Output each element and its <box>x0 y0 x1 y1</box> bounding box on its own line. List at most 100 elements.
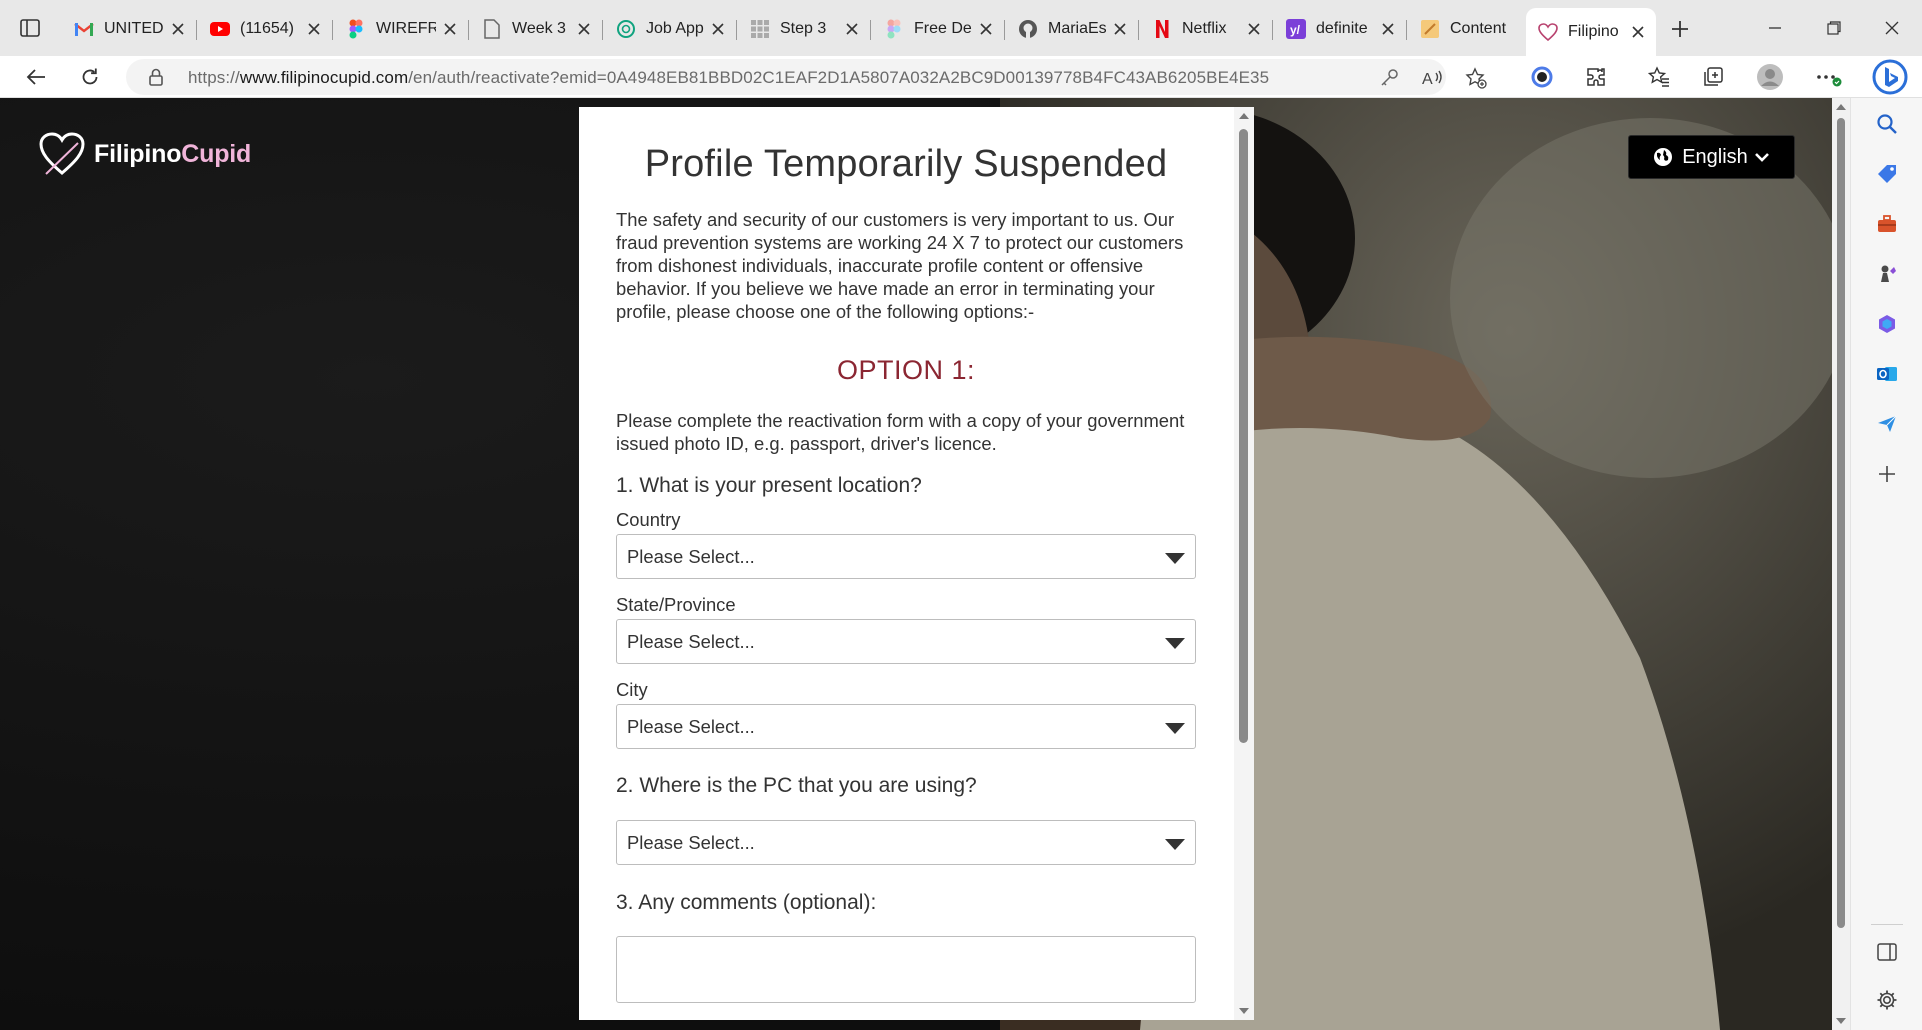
favorites-icon[interactable] <box>1643 61 1675 93</box>
gmail-icon <box>74 19 94 39</box>
tab-free-design[interactable]: Free De <box>872 10 1004 48</box>
tab-wireframe[interactable]: WIREFR <box>334 10 468 48</box>
figma-icon <box>884 19 904 39</box>
state-select[interactable]: Please Select... <box>616 619 1196 664</box>
new-tab-button[interactable] <box>1665 14 1695 44</box>
modal-scrollbar-thumb[interactable] <box>1239 129 1248 743</box>
key-icon[interactable] <box>1376 65 1402 91</box>
chatgpt-icon <box>616 19 636 39</box>
restore-button[interactable] <box>1818 12 1850 44</box>
tab-gmail[interactable]: UNITED <box>62 10 196 48</box>
dropdown-caret-icon <box>1165 839 1185 850</box>
tools-briefcase-icon[interactable] <box>1873 210 1901 238</box>
address-bar[interactable]: https://www.filipinocupid.com/en/auth/re… <box>126 59 1487 95</box>
close-icon[interactable] <box>576 21 592 37</box>
question-location: 1. What is your present location? <box>616 474 922 497</box>
page-scrollbar-thumb[interactable] <box>1837 118 1845 928</box>
tab-yahoo[interactable]: y/ definite <box>1274 10 1406 48</box>
extensions-icon[interactable] <box>1580 61 1612 93</box>
url-text[interactable]: https://www.filipinocupid.com/en/auth/re… <box>188 68 1269 88</box>
scroll-down-icon[interactable] <box>1239 1006 1249 1016</box>
tab-step3[interactable]: Step 3 <box>738 10 870 48</box>
country-select[interactable]: Please Select... <box>616 534 1196 579</box>
comments-textarea[interactable] <box>616 936 1196 1003</box>
tab-content[interactable]: Content <box>1408 10 1524 48</box>
close-icon[interactable] <box>1246 21 1262 37</box>
read-aloud-icon[interactable]: A <box>1420 65 1446 91</box>
modal-title: Profile Temporarily Suspended <box>644 143 1168 185</box>
suspension-modal: Profile Temporarily Suspended The safety… <box>579 107 1254 1020</box>
more-options-icon[interactable] <box>1813 61 1845 93</box>
tab-divider <box>1272 20 1273 40</box>
tab-divider <box>468 20 469 40</box>
tab-actions-icon[interactable] <box>18 16 42 40</box>
city-select[interactable]: Please Select... <box>616 704 1196 749</box>
grid-icon <box>750 19 770 39</box>
dropdown-caret-icon <box>1165 638 1185 649</box>
microsoft-365-icon[interactable] <box>1873 310 1901 338</box>
tab-divider <box>870 20 871 40</box>
games-chess-icon[interactable] <box>1873 260 1901 288</box>
pc-location-select[interactable]: Please Select... <box>616 820 1196 865</box>
pc-location-select-value: Please Select... <box>627 832 755 853</box>
favorite-add-icon[interactable] <box>1463 65 1489 91</box>
profile-avatar[interactable] <box>1754 61 1786 93</box>
tab-title: Step 3 <box>780 20 827 37</box>
tab-job-app[interactable]: Job App <box>604 10 736 48</box>
refresh-button[interactable] <box>73 60 107 94</box>
tab-youtube[interactable]: (11654) <box>198 10 332 48</box>
scroll-up-icon[interactable] <box>1239 111 1249 121</box>
figma-icon <box>346 19 366 39</box>
tab-week3[interactable]: Week 3 <box>470 10 602 48</box>
outlook-icon[interactable] <box>1873 360 1901 388</box>
close-icon[interactable] <box>978 21 994 37</box>
tab-github[interactable]: MariaEs <box>1006 10 1138 48</box>
back-button[interactable] <box>19 60 53 94</box>
lock-icon[interactable] <box>148 68 166 86</box>
restore-icon <box>1827 21 1841 35</box>
heart-icon <box>1538 22 1558 42</box>
intro-text: The safety and security of our customers… <box>616 209 1184 322</box>
document-icon <box>482 19 502 39</box>
tab-title: Filipino <box>1568 23 1619 40</box>
tab-netflix[interactable]: Netflix <box>1140 10 1272 48</box>
close-icon[interactable] <box>844 21 860 37</box>
globe-icon <box>1654 148 1673 166</box>
refresh-icon <box>82 68 98 85</box>
close-icon[interactable] <box>710 21 726 37</box>
page-viewport: FilipinoCupid English Profile Temporaril… <box>0 98 1850 1030</box>
shopping-tag-icon[interactable] <box>1873 160 1901 188</box>
sidebar-layout-icon[interactable] <box>1873 938 1901 966</box>
scroll-up-icon[interactable] <box>1836 102 1846 112</box>
minimize-button[interactable] <box>1759 12 1791 44</box>
question-comments: 3. Any comments (optional): <box>616 891 877 914</box>
bing-copilot-icon[interactable] <box>1870 57 1910 97</box>
language-selector[interactable]: English <box>1628 135 1795 179</box>
search-icon[interactable] <box>1873 110 1901 138</box>
close-icon[interactable] <box>1112 21 1128 37</box>
collections-icon[interactable] <box>1697 61 1729 93</box>
settings-gear-icon[interactable] <box>1873 986 1901 1014</box>
color-extension-icon[interactable] <box>1526 61 1558 93</box>
scroll-down-icon[interactable] <box>1836 1016 1846 1026</box>
site-logo[interactable]: FilipinoCupid <box>38 131 251 177</box>
close-window-button[interactable] <box>1876 12 1908 44</box>
tab-filipinocupid-active[interactable]: Filipino <box>1526 8 1656 56</box>
add-sidebar-app-icon[interactable] <box>1873 460 1901 488</box>
back-arrow-icon <box>26 69 45 85</box>
close-icon[interactable] <box>1630 24 1646 40</box>
dropdown-caret-icon <box>1165 723 1185 734</box>
tab-title: MariaEs <box>1048 20 1106 37</box>
close-icon[interactable] <box>170 21 186 37</box>
tab-title: Job App <box>646 20 704 37</box>
tab-title: UNITED <box>104 20 164 37</box>
state-label: State/Province <box>616 594 736 615</box>
close-icon <box>1885 21 1899 35</box>
tab-title: Netflix <box>1182 20 1227 37</box>
send-telegram-icon[interactable] <box>1873 410 1901 438</box>
close-icon[interactable] <box>1380 21 1396 37</box>
close-icon[interactable] <box>306 21 322 37</box>
city-label: City <box>616 679 648 700</box>
close-icon[interactable] <box>442 21 458 37</box>
tab-divider <box>1004 20 1005 40</box>
